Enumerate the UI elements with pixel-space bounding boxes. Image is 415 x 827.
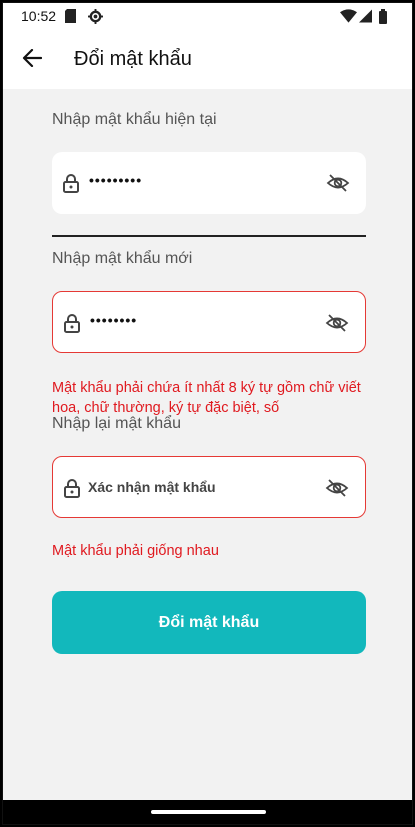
new-password-field[interactable]: •••••••• <box>52 291 366 353</box>
confirm-password-error: Mật khẩu phải giống nhau <box>52 543 219 559</box>
lock-icon <box>63 478 81 498</box>
lock-icon <box>62 173 80 193</box>
status-bar: 10:52 <box>3 3 412 31</box>
current-password-value: ••••••••• <box>89 172 143 188</box>
battery-icon <box>379 8 387 24</box>
wifi-icon <box>340 9 357 23</box>
back-button[interactable] <box>17 45 47 75</box>
new-password-value: •••••••• <box>90 312 138 328</box>
confirm-password-input[interactable] <box>88 470 318 504</box>
lock-icon <box>63 313 81 333</box>
divider <box>52 235 366 237</box>
change-password-button[interactable]: Đổi mật khẩu <box>52 591 366 654</box>
home-indicator[interactable] <box>151 810 266 814</box>
screen: 10:52 Đổi mật khẩu Nhập mật khẩu hiện tạ… <box>2 2 413 825</box>
eye-off-icon[interactable] <box>325 476 349 500</box>
eye-off-icon[interactable] <box>325 311 349 335</box>
confirm-password-field <box>52 456 366 518</box>
eye-off-icon[interactable] <box>326 171 350 195</box>
page-title: Đổi mật khẩu <box>74 48 192 70</box>
new-password-error: Mật khẩu phải chứa ít nhất 8 ký tự gồm c… <box>52 380 361 416</box>
arrow-left-icon <box>22 48 43 72</box>
current-password-label: Nhập mật khẩu hiện tại <box>52 111 217 128</box>
status-time: 10:52 <box>21 8 57 24</box>
settings-icon <box>88 8 103 24</box>
new-password-label: Nhập mật khẩu mới <box>52 250 193 267</box>
sim-card-icon <box>65 9 76 23</box>
current-password-field[interactable]: ••••••••• <box>52 152 366 214</box>
confirm-password-label: Nhập lại mật khẩu <box>52 415 181 432</box>
signal-icon <box>359 9 372 23</box>
navigation-bar <box>3 800 412 824</box>
app-bar: Đổi mật khẩu <box>3 31 412 89</box>
